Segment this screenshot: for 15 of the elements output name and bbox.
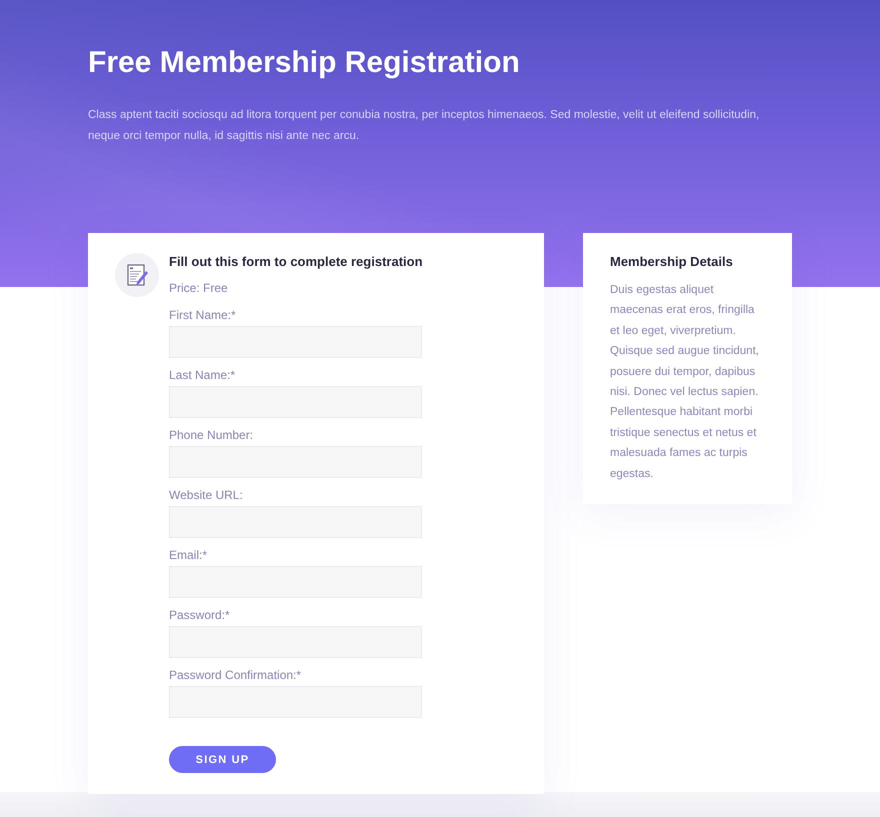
details-title: Membership Details — [610, 253, 734, 271]
field-label: Password Confirmation:* — [169, 667, 302, 684]
details-text: Duis egestas aliquet maecenas erat eros, fringilla et leo eget, viverpretium. Quisque sed augue tincidunt, posuere dui tempor, dapibus nisi. Donec vel lectus sapien. Pellentesque habitant morbi tristique senectus et netus et malesuada fames ac turpis egestas. — [610, 283, 760, 482]
intro-text: Class aptent taciti sociosqu ad litora torquent per conubia nostra, per inceptos himenaeos. Sed molestie, velit ut eleifend sollicitudin, neque orci tempor nulla, id sagittis nisi ante nec arcu. — [88, 108, 760, 144]
price-text: Price: Free — [169, 280, 229, 297]
field-label: First Name:* — [169, 307, 237, 324]
sign-up-button[interactable]: SIGN UP — [169, 746, 276, 773]
field-label: Email:* — [169, 547, 208, 564]
field-label: Last Name:* — [169, 367, 236, 384]
document-pencil-icon — [115, 253, 159, 297]
form-title: Fill out this form to complete registration — [169, 253, 422, 271]
field-label: Password:* — [169, 607, 231, 624]
field-label: Phone Number: — [169, 427, 254, 444]
field-label: Website URL: — [169, 487, 244, 504]
page-title: Free Membership Registration — [88, 45, 521, 81]
